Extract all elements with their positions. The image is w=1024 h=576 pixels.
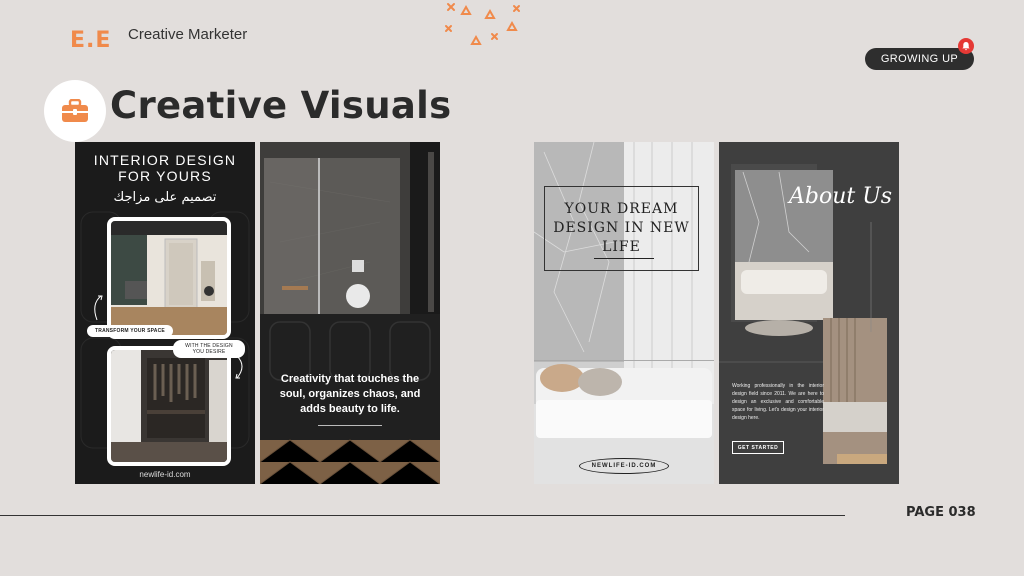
bell-icon[interactable]	[958, 38, 974, 54]
slide-about-us: About Us Working professionally in the i…	[719, 142, 899, 484]
page-number: PAGE 038	[906, 505, 976, 520]
about-heading: About Us	[789, 184, 893, 209]
footer-divider	[0, 515, 845, 516]
briefcase-icon	[62, 99, 88, 122]
bathroom-photo	[260, 142, 440, 484]
arabic-tagline: تصميم على مزاجك	[113, 190, 217, 205]
quote-divider	[318, 425, 382, 426]
title-underline	[594, 258, 654, 259]
title-icon-circle	[44, 80, 106, 142]
get-started-button[interactable]: GET STARTED	[732, 441, 784, 454]
interior-heading-line-2: FOR YOURS	[118, 168, 212, 184]
arrow-icon	[94, 295, 103, 321]
room-photo-1	[107, 217, 231, 339]
page-title: Creative Visuals	[110, 84, 452, 127]
slide-interior-design: INTERIOR DESIGN FOR YOURS تصميم على مزاج…	[75, 142, 255, 484]
logo: E.E	[70, 28, 112, 53]
dream-title: YOUR DREAM DESIGN IN NEW LIFE	[553, 201, 690, 255]
slide-dream-design: YOUR DREAM DESIGN IN NEW LIFE NEWLIFE-ID…	[534, 142, 714, 484]
room-photo-2	[107, 346, 231, 466]
slide-quote: Creativity that touches the soul, organi…	[260, 142, 440, 484]
tag-transform-space: TRANSFORM YOUR SPACE	[87, 325, 173, 337]
interior-heading-line-1: INTERIOR DESIGN	[93, 152, 237, 168]
growing-up-badge[interactable]: GROWING UP	[865, 48, 974, 70]
quote-text: Creativity that touches the soul, organi…	[279, 373, 421, 415]
arrow-icon	[235, 355, 243, 379]
interior-website[interactable]: newlife-id.com	[75, 470, 255, 479]
brand-name: Creative Marketer	[128, 26, 248, 43]
dream-website[interactable]: NEWLIFE-ID.COM	[579, 458, 669, 474]
interior-heading: INTERIOR DESIGN FOR YOURS	[75, 152, 255, 184]
decorative-shapes	[445, 3, 520, 45]
about-body: Working professionally in the interior d…	[732, 383, 824, 421]
